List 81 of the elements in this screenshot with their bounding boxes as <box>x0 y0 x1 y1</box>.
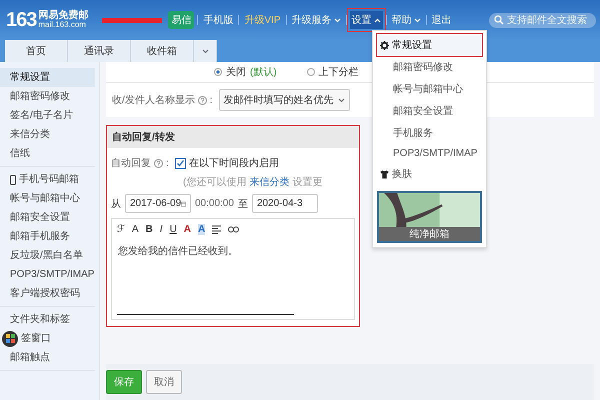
field-label: 自动回复 <box>111 157 151 170</box>
sidebar-item[interactable]: 邮箱手机服务 <box>0 227 95 246</box>
header-link[interactable]: 手机版 <box>201 11 236 29</box>
format-button[interactable]: B <box>146 224 153 235</box>
colon-text: : <box>166 158 169 168</box>
checkbox[interactable] <box>174 158 186 168</box>
chevron-down-icon <box>414 18 420 22</box>
header-menu[interactable]: 帮助 <box>390 11 422 29</box>
link-icon[interactable] <box>228 226 240 233</box>
sidebar-item[interactable]: POP3/SMTP/IMAP <box>0 265 95 284</box>
cancel-button[interactable]: 取消 <box>146 370 182 394</box>
phone-icon <box>10 174 16 184</box>
radio-label: 上下分栏 <box>318 66 359 79</box>
logo-number: 163 <box>6 8 36 32</box>
sidebar-item[interactable]: 邮箱安全设置 <box>0 208 95 227</box>
to-label: 至 <box>238 198 248 210</box>
search-icon <box>494 15 504 25</box>
chevron-down-icon <box>338 98 345 102</box>
sidebar-item[interactable]: 来信分类 <box>0 125 95 144</box>
header-menu[interactable]: 设置 <box>350 11 382 29</box>
header-menu[interactable]: 升级服务 <box>290 11 342 29</box>
date-field[interactable]: 2017-06-09 <box>125 194 191 213</box>
radio-label: 关闭 <box>226 66 246 79</box>
sidebar-item[interactable]: 信纸 <box>0 144 95 163</box>
settings-icon <box>380 40 389 50</box>
layout-radio[interactable]: 关闭 (默认) <box>214 65 277 79</box>
filter-link[interactable]: 来信分类 <box>249 175 290 189</box>
menu-item[interactable]: 邮箱安全设置 <box>377 100 482 122</box>
redaction-bar <box>102 18 162 22</box>
menu-item[interactable]: 换肤 <box>377 163 482 185</box>
name-display-dropdown[interactable]: 发邮件时填写的姓名优先 <box>218 89 350 111</box>
format-button[interactable]: I <box>160 224 163 235</box>
menu-item[interactable]: POP3/SMTP/IMAP <box>377 144 482 163</box>
tab[interactable]: 首页 <box>5 40 68 62</box>
sidebar-item[interactable]: 签窗口 <box>0 329 95 348</box>
tab[interactable]: 通讯录 <box>68 40 131 62</box>
sidebar-item[interactable]: 文件夹和标签 <box>0 310 95 329</box>
sidebar-item[interactable]: 客户端授权密码 <box>0 284 95 303</box>
menu-item[interactable]: 邮箱密码修改 <box>377 56 482 78</box>
menu-item[interactable]: 手机服务 <box>377 122 482 144</box>
menu-item[interactable]: 帐号与邮箱中心 <box>377 78 482 100</box>
chevron-up-icon <box>374 18 380 22</box>
shirt-icon <box>380 170 389 178</box>
format-button[interactable]: A <box>184 224 192 235</box>
chevron-down-icon <box>202 48 208 54</box>
format-button[interactable]: U <box>170 224 177 235</box>
sidebar-item[interactable]: 帐号与邮箱中心 <box>0 189 95 208</box>
help-icon <box>154 158 163 168</box>
field-label: 收/发件人名称显示 <box>112 94 195 107</box>
logo-domain: mail.163.com <box>38 21 87 30</box>
skin-preview[interactable]: 纯净邮箱 <box>377 191 482 243</box>
apps-icon[interactable] <box>2 330 18 346</box>
menu-item[interactable]: 常规设置 <box>377 34 482 56</box>
from-label: 从 <box>111 198 121 210</box>
reply-editor[interactable]: ℱ A B I U A A 您发给我的信件已经收到。 <box>111 218 355 320</box>
logo-name: 网易免费邮 <box>38 10 88 22</box>
sidebar-item[interactable]: 签名/电子名片 <box>0 106 95 125</box>
hint-text: 设置更 <box>292 176 322 189</box>
sidebar-item[interactable]: 反垃圾/黑白名单 <box>0 246 95 265</box>
align-icon[interactable] <box>212 225 222 234</box>
tab[interactable]: 收件箱 <box>131 40 194 62</box>
sidebar-item[interactable]: 邮箱密码修改 <box>0 87 95 106</box>
skin-caption: 纯净邮箱 <box>379 227 480 241</box>
checkbox-label: 在以下时间段内启用 <box>188 156 279 170</box>
header-link[interactable]: 退出 <box>430 11 454 29</box>
section-title: 自动回复/转发 <box>107 126 359 148</box>
reply-message-text: 您发给我的信件已经收到。 <box>118 244 239 258</box>
time-text: 00:00:00 <box>195 198 234 209</box>
date-field[interactable]: 2020-04-3 <box>252 194 318 213</box>
hint-text: (您还可以使用 <box>183 176 246 189</box>
sidebar-item[interactable]: 邮箱触点 <box>0 348 95 367</box>
format-button[interactable]: A <box>132 224 139 235</box>
chevron-down-icon <box>334 18 340 22</box>
sidebar-item[interactable]: 手机号码邮箱 <box>0 170 95 189</box>
format-button[interactable]: ℱ <box>117 224 125 235</box>
format-button[interactable]: A <box>198 224 206 235</box>
sidebar-item[interactable]: 常规设置 <box>0 68 95 87</box>
layout-radio[interactable]: 上下分栏 <box>306 65 359 79</box>
help-icon <box>198 96 207 104</box>
colon-text: : <box>210 94 213 106</box>
default-note: (默认) <box>250 66 277 79</box>
